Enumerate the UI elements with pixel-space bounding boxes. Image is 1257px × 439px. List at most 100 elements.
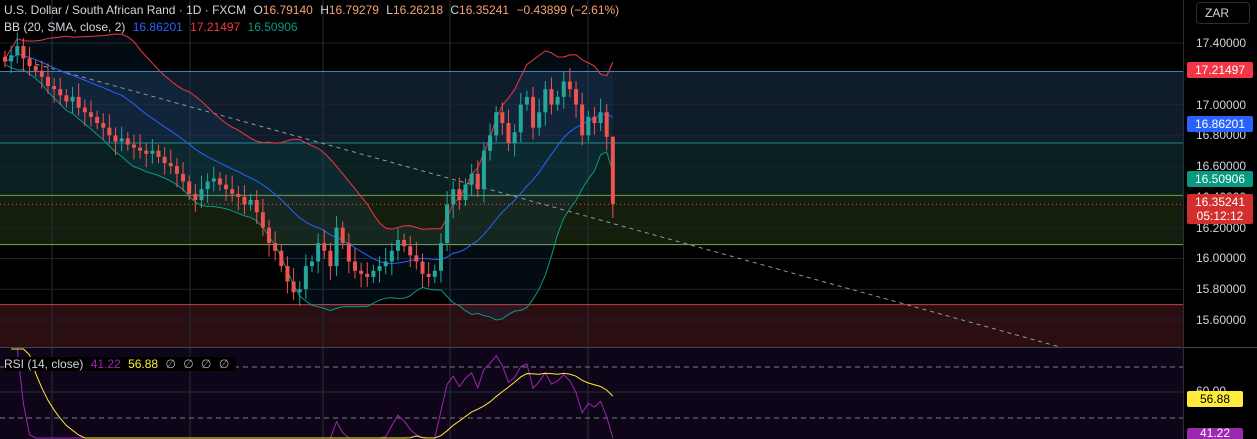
open-value: 16.79140 xyxy=(262,3,313,17)
open-label: O xyxy=(253,3,263,17)
candle xyxy=(45,76,50,87)
bb-legend[interactable]: BB (20, SMA, close, 2) 16.86201 17.21497… xyxy=(4,20,302,34)
candle xyxy=(193,193,198,200)
price-tick: 17.40000 xyxy=(1196,36,1247,50)
last-price-tag: 16.35241 05:12:12 xyxy=(1187,194,1253,224)
candle xyxy=(187,181,192,194)
candle xyxy=(224,184,229,190)
candle xyxy=(58,89,63,96)
candle xyxy=(377,266,382,271)
candle xyxy=(162,156,167,164)
rsi-value: 41.22 xyxy=(90,357,121,371)
candle xyxy=(52,86,57,90)
candle xyxy=(248,199,253,205)
candle xyxy=(291,281,296,293)
candle xyxy=(561,81,566,97)
candle xyxy=(383,261,388,267)
price-tick: 16.00000 xyxy=(1196,251,1247,266)
candle xyxy=(242,196,247,205)
candle xyxy=(580,104,585,136)
low-value: 16.26218 xyxy=(392,3,444,17)
candle xyxy=(586,116,591,136)
candle xyxy=(414,255,419,262)
currency-button[interactable]: ZAR xyxy=(1196,2,1250,24)
candle xyxy=(9,55,14,62)
price-tick: 17.00000 xyxy=(1196,97,1247,112)
candle xyxy=(82,107,87,113)
rsi-legend[interactable]: RSI (14, close) 41.22 56.88 ∅ ∅ ∅ ∅ xyxy=(4,357,237,371)
candle xyxy=(481,150,486,190)
candle xyxy=(150,150,155,154)
price-chart[interactable] xyxy=(0,0,1257,439)
candle xyxy=(15,46,20,56)
candle xyxy=(512,132,517,144)
candle xyxy=(285,266,290,282)
candle xyxy=(95,116,100,124)
candle xyxy=(254,199,259,213)
candle xyxy=(168,163,173,167)
candle xyxy=(107,127,112,136)
candle xyxy=(21,46,26,59)
candle xyxy=(598,112,603,124)
candle xyxy=(432,270,437,277)
bb-basis-value: 16.86201 xyxy=(132,20,183,34)
candle xyxy=(574,89,579,105)
candle xyxy=(592,116,597,124)
symbol-legend: U.S. Dollar / South African Rand · 1D · … xyxy=(4,3,623,17)
candle xyxy=(328,250,333,267)
candle xyxy=(463,184,468,200)
close-label: C xyxy=(450,3,460,17)
rsi-label: RSI (14, close) xyxy=(4,357,84,371)
candle xyxy=(88,112,93,117)
candle xyxy=(549,89,554,105)
rsi-extra: ∅ xyxy=(165,357,176,371)
candle xyxy=(524,96,529,105)
bb-label: BB (20, SMA, close, 2) xyxy=(4,20,126,34)
candle xyxy=(567,81,572,90)
candle xyxy=(408,246,413,256)
bb-lower-tag: 16.50906 xyxy=(1187,171,1253,187)
candle xyxy=(438,243,443,271)
candle xyxy=(279,250,284,267)
candle xyxy=(310,261,314,267)
candle xyxy=(494,112,499,136)
candle xyxy=(537,112,542,128)
candle xyxy=(518,104,523,133)
candle xyxy=(267,227,272,244)
candle xyxy=(205,181,210,190)
zone xyxy=(0,304,1183,347)
last-price: 16.35241 xyxy=(1194,195,1246,209)
candle xyxy=(70,96,75,102)
rsi-ma-value: 56.88 xyxy=(128,357,159,371)
candle xyxy=(125,138,130,145)
rsi-ma-tag: 56.88 xyxy=(1187,391,1243,407)
candle xyxy=(451,189,456,205)
rsi-extra: ∅ xyxy=(218,357,230,371)
candle xyxy=(174,166,179,174)
candle xyxy=(555,96,560,105)
bb-upper-tag: 17.21497 xyxy=(1187,62,1253,78)
candle xyxy=(297,289,302,293)
candle xyxy=(389,250,394,262)
candle xyxy=(488,135,493,151)
candle xyxy=(322,243,327,251)
candle xyxy=(113,135,118,142)
candle xyxy=(352,261,357,271)
bar-countdown: 05:12:12 xyxy=(1196,209,1244,223)
candle xyxy=(144,150,149,154)
candle xyxy=(64,95,69,102)
candle xyxy=(365,273,370,277)
candle xyxy=(359,270,364,274)
candle xyxy=(101,123,106,128)
candle xyxy=(76,96,81,108)
candle xyxy=(119,138,124,142)
candle xyxy=(506,123,511,144)
zone xyxy=(0,195,1183,245)
candle xyxy=(39,70,44,77)
high-label: H xyxy=(320,3,329,17)
candle xyxy=(33,66,38,71)
bb-lower-value: 16.50906 xyxy=(247,20,298,34)
candle xyxy=(27,58,32,67)
high-value: 16.79279 xyxy=(328,3,379,17)
bb-basis-tag: 16.86201 xyxy=(1187,116,1253,132)
